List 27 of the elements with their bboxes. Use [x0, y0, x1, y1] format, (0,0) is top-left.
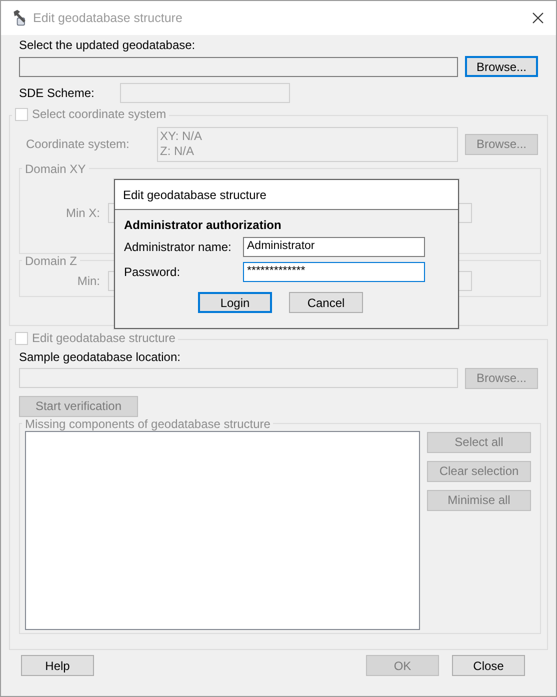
button[interactable]: Cancel — [289, 292, 363, 313]
field-label: Password: — [124, 265, 182, 279]
input-field[interactable]: ************* — [243, 262, 425, 282]
checkbox-label: Select coordinate system — [32, 107, 166, 121]
window-title: Edit geodatabase structure — [33, 11, 184, 25]
dialog-title: Edit geodatabase structure — [115, 180, 458, 210]
field-label: Administrator name: — [124, 240, 232, 254]
group-label: Missing components of geodatabase structure — [24, 416, 272, 430]
checkbox-label: Edit geodatabase structure — [32, 331, 176, 345]
button[interactable]: Browse... — [465, 56, 538, 77]
button[interactable]: Login — [198, 292, 272, 313]
list-box[interactable] — [25, 430, 420, 630]
field-label: Coordinate system: — [26, 137, 130, 151]
dialog-heading: Administrator authorization — [124, 218, 282, 232]
close-icon[interactable] — [532, 12, 544, 24]
input-field[interactable] — [19, 56, 458, 76]
input-field[interactable]: Administrator — [243, 237, 425, 257]
group-label: Domain Z — [24, 254, 78, 268]
field-label: Min X: — [64, 206, 100, 220]
group-label: Domain XY — [24, 162, 87, 176]
text-area: XY: N/A Z: N/A — [157, 126, 458, 162]
button[interactable]: Close — [452, 655, 525, 676]
field-label: Sample geodatabase location: — [19, 350, 182, 364]
field-label: SDE Scheme: — [19, 86, 96, 100]
field-label: Min: — [76, 274, 100, 288]
button[interactable]: Help — [21, 655, 94, 676]
field-label: Select the updated geodatabase: — [19, 38, 196, 53]
